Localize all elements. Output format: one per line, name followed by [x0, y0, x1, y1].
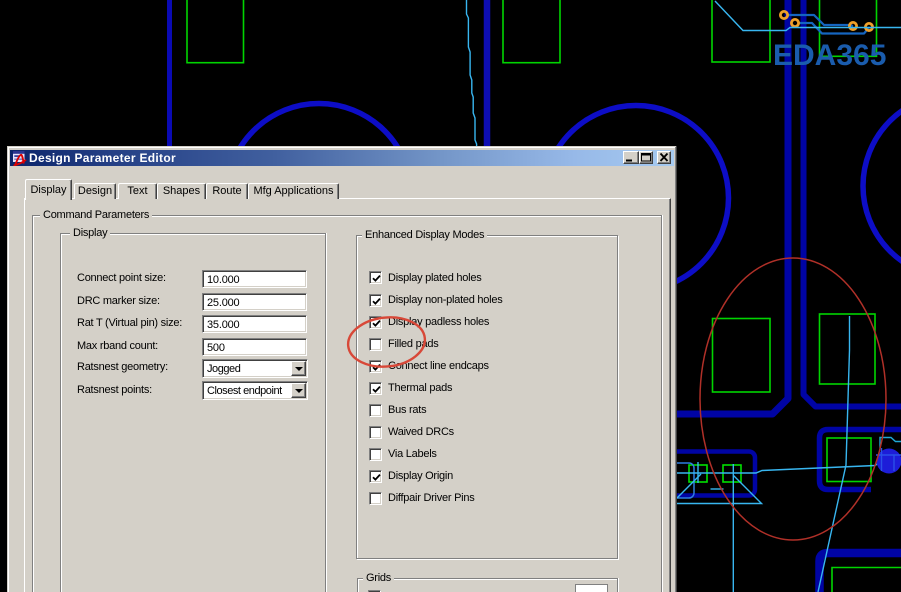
svg-text:EDA365: EDA365	[773, 39, 886, 72]
